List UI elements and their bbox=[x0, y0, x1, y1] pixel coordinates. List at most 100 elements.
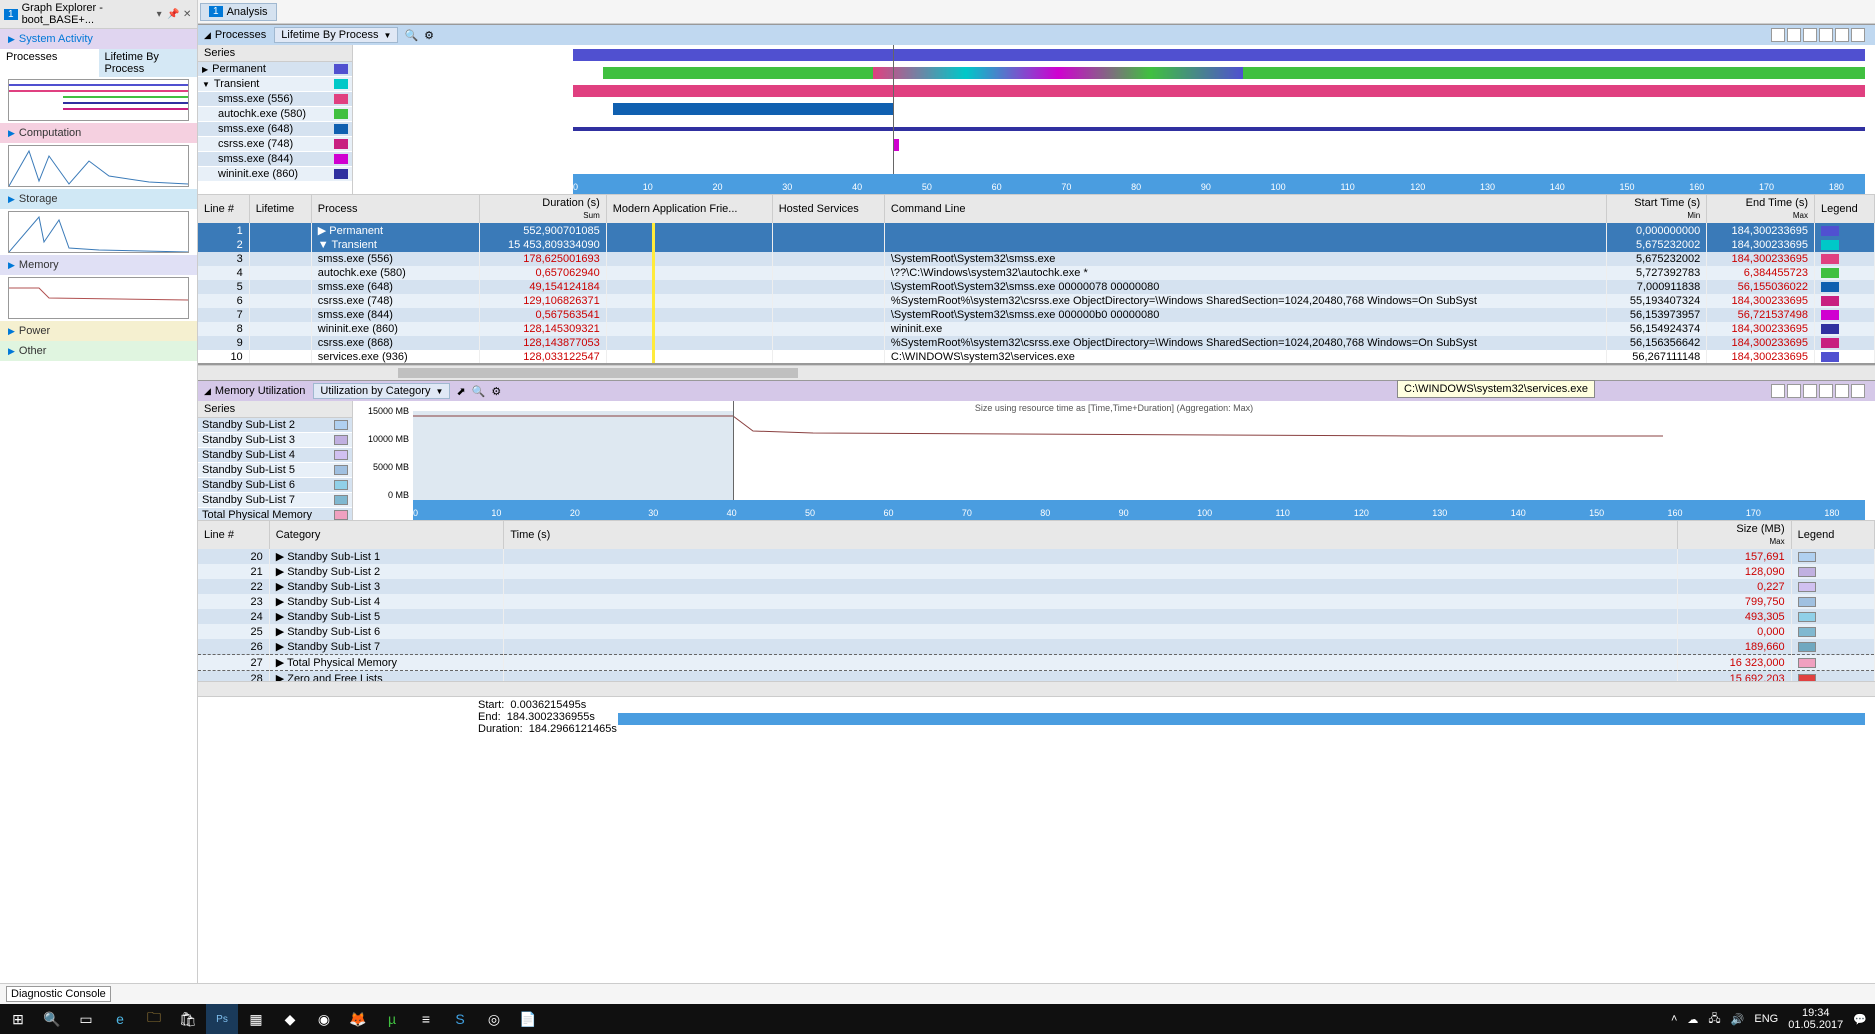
category-power[interactable]: ▶ Power bbox=[0, 321, 197, 341]
memory-chart[interactable]: Size using resource time as [Time,Time+D… bbox=[353, 401, 1875, 520]
col-cmd[interactable]: Command Line bbox=[884, 195, 1606, 223]
col-legend[interactable]: Legend bbox=[1815, 195, 1875, 223]
computation-thumbnail[interactable] bbox=[8, 145, 189, 187]
series-item[interactable]: Standby Sub-List 5 bbox=[198, 463, 352, 478]
col-legend[interactable]: Legend bbox=[1791, 521, 1874, 549]
search-icon[interactable]: 🔍 bbox=[472, 385, 486, 398]
category-memory[interactable]: ▶ Memory bbox=[0, 255, 197, 275]
close-icon[interactable]: ✕ bbox=[181, 7, 193, 21]
col-maf[interactable]: Modern Application Frie... bbox=[606, 195, 772, 223]
process-series-list[interactable]: ▶Permanent▼Transientsmss.exe (556)autoch… bbox=[198, 62, 352, 194]
section-subtitle-dropdown[interactable]: Lifetime By Process ▼ bbox=[274, 27, 398, 43]
chrome-icon[interactable]: ◉ bbox=[308, 1004, 340, 1034]
app-icon-5[interactable]: 📄 bbox=[512, 1004, 544, 1034]
skype-icon[interactable]: S bbox=[444, 1004, 476, 1034]
memory-row[interactable]: 28▶ Zero and Free Lists15 692,203 bbox=[198, 671, 1875, 682]
start-button[interactable]: ⊞ bbox=[2, 1004, 34, 1034]
tray-clock[interactable]: 19:34 01.05.2017 bbox=[1788, 1007, 1843, 1031]
col-duration[interactable]: Duration (s)Sum bbox=[480, 195, 606, 223]
memory-row[interactable]: 20▶ Standby Sub-List 1157,691 bbox=[198, 549, 1875, 564]
series-item[interactable]: Standby Sub-List 6 bbox=[198, 478, 352, 493]
subtab-processes[interactable]: Processes bbox=[0, 49, 99, 77]
process-row[interactable]: 5smss.exe (648)49,154124184\SystemRoot\S… bbox=[198, 280, 1875, 294]
category-computation[interactable]: ▶ Computation bbox=[0, 123, 197, 143]
process-timeline-chart[interactable]: 0102030405060708090100110120130140150160… bbox=[353, 45, 1875, 194]
app-icon-1[interactable]: ▦ bbox=[240, 1004, 272, 1034]
search-icon[interactable]: 🔍 bbox=[404, 29, 418, 42]
series-item[interactable]: ▼Transient bbox=[198, 77, 352, 92]
tray-chevron-icon[interactable]: ˄ bbox=[1671, 1013, 1677, 1025]
series-item[interactable]: Standby Sub-List 3 bbox=[198, 433, 352, 448]
col-hosted[interactable]: Hosted Services bbox=[772, 195, 884, 223]
series-item[interactable]: smss.exe (556) bbox=[198, 92, 352, 107]
storage-thumbnail[interactable] bbox=[8, 211, 189, 253]
gear-icon[interactable]: ⚙ bbox=[424, 29, 434, 42]
col-line[interactable]: Line # bbox=[198, 195, 249, 223]
global-timeline[interactable]: Start: 0.0036215495s End: 184.3002336955… bbox=[198, 696, 1875, 736]
popup-icon[interactable]: ⬈ bbox=[456, 385, 465, 398]
memory-row[interactable]: 25▶ Standby Sub-List 60,000 bbox=[198, 624, 1875, 639]
search-button[interactable]: 🔍 bbox=[36, 1004, 68, 1034]
series-item[interactable]: smss.exe (844) bbox=[198, 152, 352, 167]
process-row[interactable]: 7smss.exe (844)0,567563541\SystemRoot\Sy… bbox=[198, 308, 1875, 322]
memory-row[interactable]: 26▶ Standby Sub-List 7189,660 bbox=[198, 639, 1875, 655]
memory-row[interactable]: 23▶ Standby Sub-List 4799,750 bbox=[198, 594, 1875, 609]
dropdown-icon[interactable]: ▾ bbox=[153, 7, 165, 21]
col-size[interactable]: Size (MB)Max bbox=[1677, 521, 1791, 549]
process-row[interactable]: 8wininit.exe (860)128,145309321wininit.e… bbox=[198, 322, 1875, 336]
view-chart-button[interactable] bbox=[1771, 28, 1785, 42]
collapse-icon[interactable]: ◢ bbox=[204, 30, 211, 41]
series-item[interactable]: autochk.exe (580) bbox=[198, 107, 352, 122]
col-lifetime[interactable]: Lifetime bbox=[249, 195, 311, 223]
process-row[interactable]: 3smss.exe (556)178,625001693\SystemRoot\… bbox=[198, 252, 1875, 266]
minimize-button[interactable] bbox=[1819, 384, 1833, 398]
memory-row[interactable]: 27▶ Total Physical Memory16 323,000 bbox=[198, 655, 1875, 671]
col-category[interactable]: Category bbox=[269, 521, 504, 549]
memory-row[interactable]: 24▶ Standby Sub-List 5493,305 bbox=[198, 609, 1875, 624]
tray-onedrive-icon[interactable]: ☁ bbox=[1687, 1013, 1698, 1026]
pin-icon[interactable]: 📌 bbox=[167, 7, 179, 21]
series-item[interactable]: Standby Sub-List 4 bbox=[198, 448, 352, 463]
utorrent-icon[interactable]: µ bbox=[376, 1004, 408, 1034]
app-icon-2[interactable]: ◆ bbox=[274, 1004, 306, 1034]
view-table-button[interactable] bbox=[1803, 384, 1817, 398]
close-section-button[interactable] bbox=[1851, 28, 1865, 42]
series-item[interactable]: wininit.exe (860) bbox=[198, 167, 352, 182]
edge-icon[interactable]: e bbox=[104, 1004, 136, 1034]
task-view-button[interactable]: ▭ bbox=[70, 1004, 102, 1034]
gear-icon[interactable]: ⚙ bbox=[491, 385, 501, 398]
process-row[interactable]: 9csrss.exe (868)128,143877053%SystemRoot… bbox=[198, 336, 1875, 350]
diagnostic-console-button[interactable]: Diagnostic Console bbox=[6, 986, 111, 1002]
col-start[interactable]: Start Time (s)Min bbox=[1606, 195, 1706, 223]
memory-thumbnail[interactable] bbox=[8, 277, 189, 319]
process-row[interactable]: 2▼ Transient15 453,8093340905,6752320021… bbox=[198, 238, 1875, 252]
tab-analysis[interactable]: 1 Analysis bbox=[200, 3, 277, 21]
minimize-button[interactable] bbox=[1819, 28, 1833, 42]
memory-series-list[interactable]: Standby Sub-List 2Standby Sub-List 3Stan… bbox=[198, 418, 352, 520]
series-item[interactable]: ▶Permanent bbox=[198, 62, 352, 77]
series-item[interactable]: smss.exe (648) bbox=[198, 122, 352, 137]
app-icon-3[interactable]: ≡ bbox=[410, 1004, 442, 1034]
tray-network-icon[interactable]: 🖧 bbox=[1708, 1010, 1720, 1029]
memory-hscroll[interactable] bbox=[198, 681, 1875, 696]
process-row[interactable]: 4autochk.exe (580)0,657062940\??\C:\Wind… bbox=[198, 266, 1875, 280]
tray-notifications-icon[interactable]: 💬 bbox=[1853, 1013, 1867, 1026]
app-icon-4[interactable]: ◎ bbox=[478, 1004, 510, 1034]
subtab-lifetime[interactable]: Lifetime By Process bbox=[99, 49, 198, 77]
process-row[interactable]: 1▶ Permanent552,9007010850,000000000184,… bbox=[198, 223, 1875, 238]
close-section-button[interactable] bbox=[1851, 384, 1865, 398]
process-hscroll[interactable] bbox=[198, 365, 1875, 380]
system-activity-thumbnail[interactable] bbox=[8, 79, 189, 121]
view-table-button[interactable] bbox=[1803, 28, 1817, 42]
view-chart-button[interactable] bbox=[1771, 384, 1785, 398]
firefox-icon[interactable]: 🦊 bbox=[342, 1004, 374, 1034]
col-line[interactable]: Line # bbox=[198, 521, 269, 549]
series-item[interactable]: Standby Sub-List 7 bbox=[198, 493, 352, 508]
series-item[interactable]: Standby Sub-List 2 bbox=[198, 418, 352, 433]
memory-row[interactable]: 21▶ Standby Sub-List 2128,090 bbox=[198, 564, 1875, 579]
collapse-icon[interactable]: ◢ bbox=[204, 386, 211, 397]
category-other[interactable]: ▶ Other bbox=[0, 341, 197, 361]
category-system-activity[interactable]: ▶ System Activity bbox=[0, 29, 197, 49]
tray-language[interactable]: ENG bbox=[1754, 1013, 1778, 1025]
photoshop-icon[interactable]: Ps bbox=[206, 1004, 238, 1034]
